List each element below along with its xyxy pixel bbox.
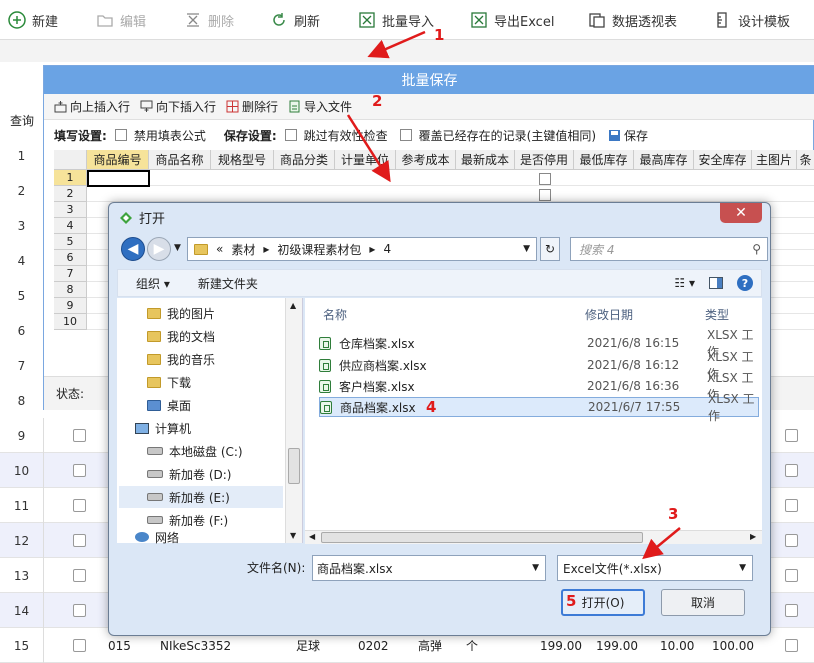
annotation-number: 5 bbox=[566, 592, 577, 610]
annotation-number: 3 bbox=[668, 505, 679, 523]
annotation-arrows bbox=[346, 30, 681, 560]
annotation-number: 2 bbox=[372, 92, 383, 110]
annotation-number: 4 bbox=[426, 398, 437, 416]
annotation-number: 1 bbox=[434, 26, 445, 44]
